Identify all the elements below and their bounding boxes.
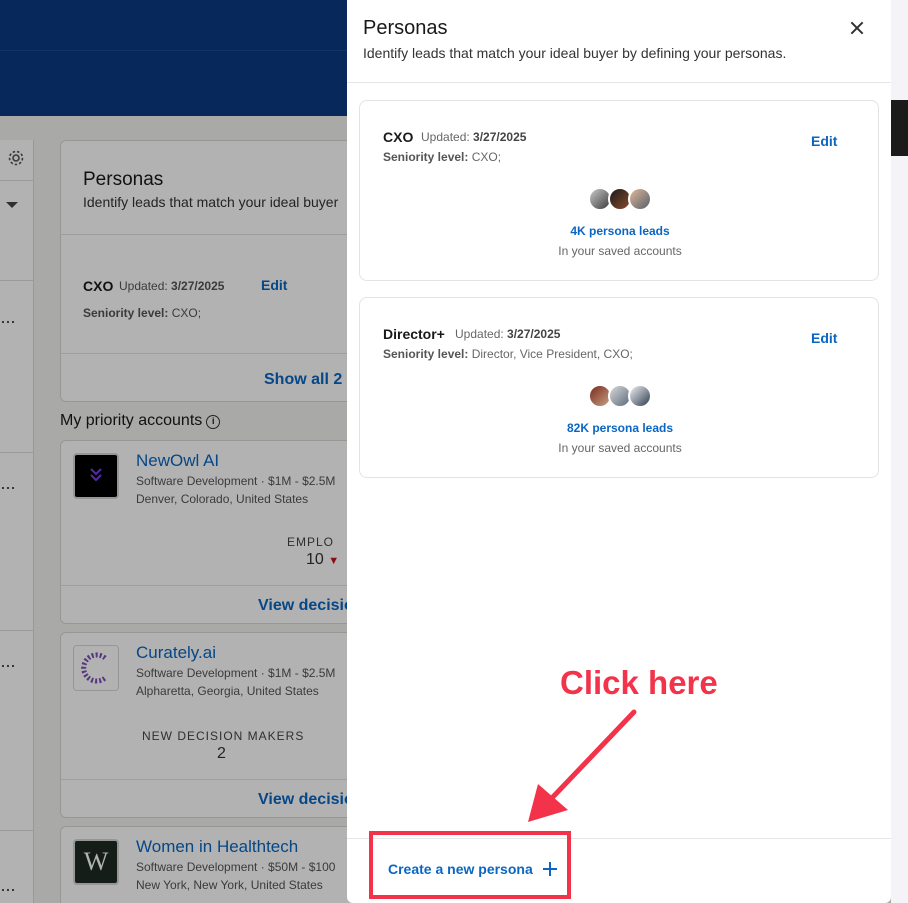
annotation-arrow-icon <box>528 709 637 822</box>
seniority-value: Director, Vice President, CXO; <box>471 347 633 361</box>
lead-avatars <box>588 187 654 211</box>
persona-updated: Updated: 3/27/2025 <box>421 130 526 144</box>
panel-header-divider <box>347 82 891 83</box>
edit-persona-button[interactable]: Edit <box>811 133 837 149</box>
persona-card-cxo: CXO Updated: 3/27/2025 Seniority level: … <box>359 100 879 281</box>
avatar <box>628 187 652 211</box>
updated-date: 3/27/2025 <box>473 130 527 144</box>
updated-date: 3/27/2025 <box>507 327 561 341</box>
edit-persona-button[interactable]: Edit <box>811 330 837 346</box>
persona-name: Director+ <box>383 326 445 342</box>
persona-saved-text: In your saved accounts <box>558 441 682 455</box>
annotation-click-here: Click here <box>560 664 718 701</box>
seniority-label: Seniority level: <box>383 150 469 164</box>
avatar <box>628 384 652 408</box>
right-edge-thumbnail <box>891 100 908 156</box>
seniority-value: CXO; <box>471 150 502 164</box>
annotation-highlight-box <box>369 831 571 899</box>
seniority-label: Seniority level: <box>383 347 469 361</box>
persona-card-director: Director+ Updated: 3/27/2025 Seniority l… <box>359 297 879 478</box>
updated-label: Updated: <box>455 327 504 341</box>
panel-title: Personas <box>363 17 448 39</box>
persona-leads-link[interactable]: 4K persona leads <box>360 224 880 238</box>
persona-name: CXO <box>383 129 414 145</box>
persona-updated: Updated: 3/27/2025 <box>455 327 560 341</box>
close-icon[interactable] <box>845 16 869 40</box>
updated-label: Updated: <box>421 130 470 144</box>
persona-seniority: Seniority level: CXO; <box>383 150 501 164</box>
persona-saved-text: In your saved accounts <box>558 244 682 258</box>
panel-subtitle: Identify leads that match your ideal buy… <box>363 45 787 61</box>
persona-seniority: Seniority level: Director, Vice Presiden… <box>383 347 633 361</box>
persona-leads-link[interactable]: 82K persona leads <box>360 421 880 435</box>
lead-avatars <box>588 384 654 408</box>
